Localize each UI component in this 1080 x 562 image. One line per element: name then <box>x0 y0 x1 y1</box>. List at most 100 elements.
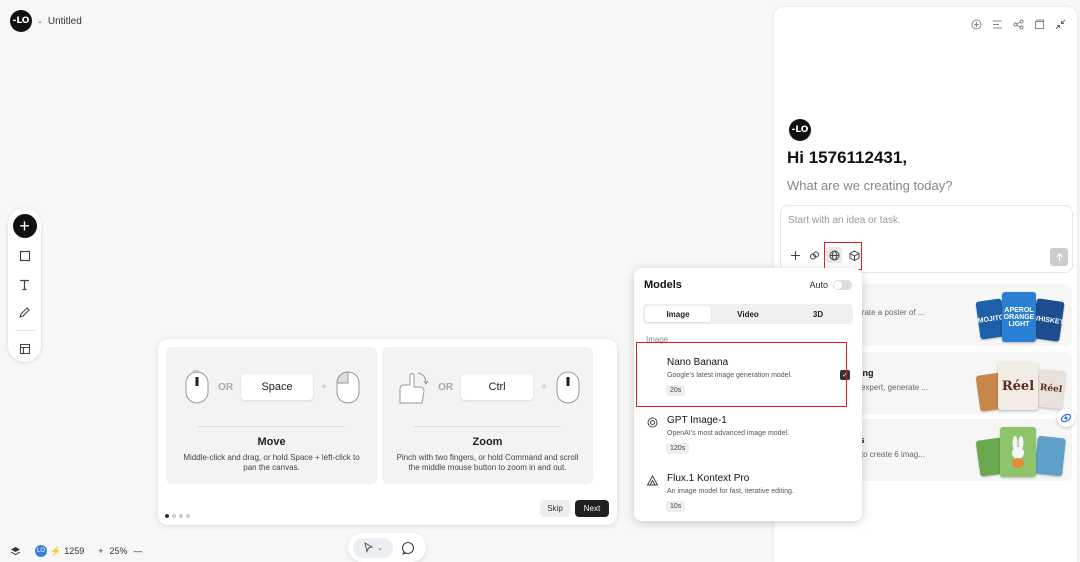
mode-bar: ⌄ <box>348 533 426 562</box>
model-option-flux-kontext-pro[interactable]: Flux.1 Kontext Pro An image model for fa… <box>644 473 854 527</box>
suggestion-card[interactable]: enes ucts to create 6 imag... <box>834 419 1072 481</box>
assistant-float-icon[interactable] <box>1057 409 1075 427</box>
openai-icon <box>647 417 658 428</box>
credits-badge: LO <box>35 545 47 557</box>
history-icon[interactable] <box>991 18 1004 31</box>
suggestion-thumbnails: MOJITO APEROL ORANGE LIGHT WHISKEY <box>975 288 1066 344</box>
header: -LO ⌄ Untitled <box>10 10 82 32</box>
toolbar-divider <box>14 330 35 331</box>
bottom-bar: LO ⚡ 1259 + 25% — <box>10 545 143 557</box>
document-title[interactable]: Untitled <box>48 16 82 27</box>
zoom-controls: + 25% — <box>98 546 142 556</box>
model-option-gpt-image-1[interactable]: GPT Image-1 OpenAI's most advanced image… <box>644 415 854 469</box>
models-heading: Models <box>644 279 682 291</box>
share-icon[interactable] <box>1012 18 1025 31</box>
layers-icon[interactable] <box>10 546 21 557</box>
bunny-thumbnail <box>1000 427 1036 477</box>
credits[interactable]: LO ⚡ 1259 <box>35 545 84 557</box>
ctrl-key: Ctrl <box>461 374 534 400</box>
bunny-thumbnail <box>1034 435 1066 477</box>
chevron-down-icon: ⌄ <box>377 544 383 552</box>
page-dot[interactable] <box>186 514 190 518</box>
zoom-heading: Zoom <box>472 436 503 448</box>
zoom-level[interactable]: 25% <box>110 546 128 556</box>
next-button[interactable]: Next <box>575 500 609 517</box>
zoom-panel: OR Ctrl + Zoom Pinch with two fingers, o… <box>382 347 593 484</box>
new-chat-icon[interactable] <box>970 18 983 31</box>
brand-thumbnail: Réel <box>1036 368 1066 410</box>
mouse-middle-icon <box>185 370 209 404</box>
pagination-dots <box>165 514 190 518</box>
left-toolbar: + <box>8 208 41 362</box>
highlight-box <box>636 342 847 407</box>
brand-thumbnail: Réel <box>998 362 1038 410</box>
flux-triangle-icon <box>647 475 658 486</box>
link-icon[interactable] <box>807 248 821 262</box>
zoom-out-button[interactable]: — <box>134 546 143 556</box>
tab-image[interactable]: Image <box>645 306 711 322</box>
assistant-logo: -LO <box>789 119 811 141</box>
app-logo[interactable]: -LO <box>10 10 32 32</box>
or-label: OR <box>218 381 234 393</box>
select-tool-button[interactable]: ⌄ <box>353 537 393 558</box>
subgreeting: What are we creating today? <box>787 178 953 193</box>
suggestion-card[interactable]: anding sign expert, generate ... Réel Ré… <box>834 352 1072 414</box>
tutorial-card: OR Space + Move Middle-click and drag, o… <box>158 339 617 525</box>
page-dot[interactable] <box>179 514 183 518</box>
mouse-left-click-icon <box>336 371 360 404</box>
plus-label: + <box>541 381 547 393</box>
pencil-tool-icon[interactable] <box>15 302 35 322</box>
poster-thumbnail: WHISKEY <box>1031 298 1065 342</box>
auto-label: Auto <box>809 280 828 290</box>
layout-tool-icon[interactable] <box>15 339 35 359</box>
page-dot[interactable] <box>165 514 169 518</box>
model-desc: An image model for fast, iterative editi… <box>667 488 794 495</box>
model-time: 10s <box>666 501 686 512</box>
comment-icon[interactable] <box>401 541 415 555</box>
add-button[interactable]: + <box>12 214 37 238</box>
tab-3d[interactable]: 3D <box>785 306 851 322</box>
auto-toggle[interactable] <box>833 280 852 290</box>
chevron-down-icon[interactable]: ⌄ <box>37 17 43 25</box>
suggestion-card[interactable]: generate a poster of ... MOJITO APEROL O… <box>834 284 1072 346</box>
highlight-box <box>824 242 862 270</box>
skip-button[interactable]: Skip <box>540 500 570 517</box>
greeting: Hi 1576112431, <box>787 148 908 167</box>
send-button[interactable] <box>1050 248 1068 266</box>
move-description: Middle-click and drag, or hold Space + l… <box>183 453 360 472</box>
suggestion-thumbnails: Réel Réel <box>975 356 1066 412</box>
space-key: Space <box>241 374 314 400</box>
collapse-icon[interactable] <box>1054 18 1067 31</box>
or-label: OR <box>438 381 454 393</box>
auto-toggle-group: Auto <box>809 280 852 290</box>
page-dot[interactable] <box>172 514 176 518</box>
lightning-icon: ⚡ <box>50 545 62 556</box>
divider <box>198 426 345 427</box>
rectangle-tool-icon[interactable] <box>15 246 35 266</box>
poster-thumbnail: APEROL ORANGE LIGHT <box>1002 292 1036 342</box>
divider <box>414 426 561 427</box>
text-tool-icon[interactable] <box>15 274 35 294</box>
pinch-hand-icon <box>399 372 429 404</box>
credits-value: 1259 <box>64 546 85 556</box>
move-panel: OR Space + Move Middle-click and drag, o… <box>166 347 377 484</box>
prompt-input[interactable]: Start with an idea or task. <box>780 205 1073 273</box>
model-time: 120s <box>666 443 690 454</box>
arrow-up-icon <box>1055 252 1063 261</box>
model-desc: OpenAI's most advanced image model. <box>667 430 789 437</box>
tab-video[interactable]: Video <box>715 306 781 322</box>
move-heading: Move <box>257 436 286 448</box>
plus-label: + <box>321 381 327 393</box>
mouse-scroll-icon <box>556 371 580 404</box>
suggestion-thumbnails <box>975 423 1066 479</box>
zoom-in-button[interactable]: + <box>98 546 103 556</box>
prompt-placeholder: Start with an idea or task. <box>788 215 901 226</box>
zoom-description: Pinch with two fingers, or hold Command … <box>396 453 579 472</box>
model-name: Flux.1 Kontext Pro <box>667 473 750 484</box>
panel-toolbar <box>970 18 1067 31</box>
model-name: GPT Image-1 <box>667 415 727 426</box>
attach-plus-icon[interactable] <box>788 248 802 262</box>
cursor-icon <box>364 542 374 553</box>
files-icon[interactable] <box>1033 18 1046 31</box>
model-type-tabs: Image Video 3D <box>643 304 853 324</box>
